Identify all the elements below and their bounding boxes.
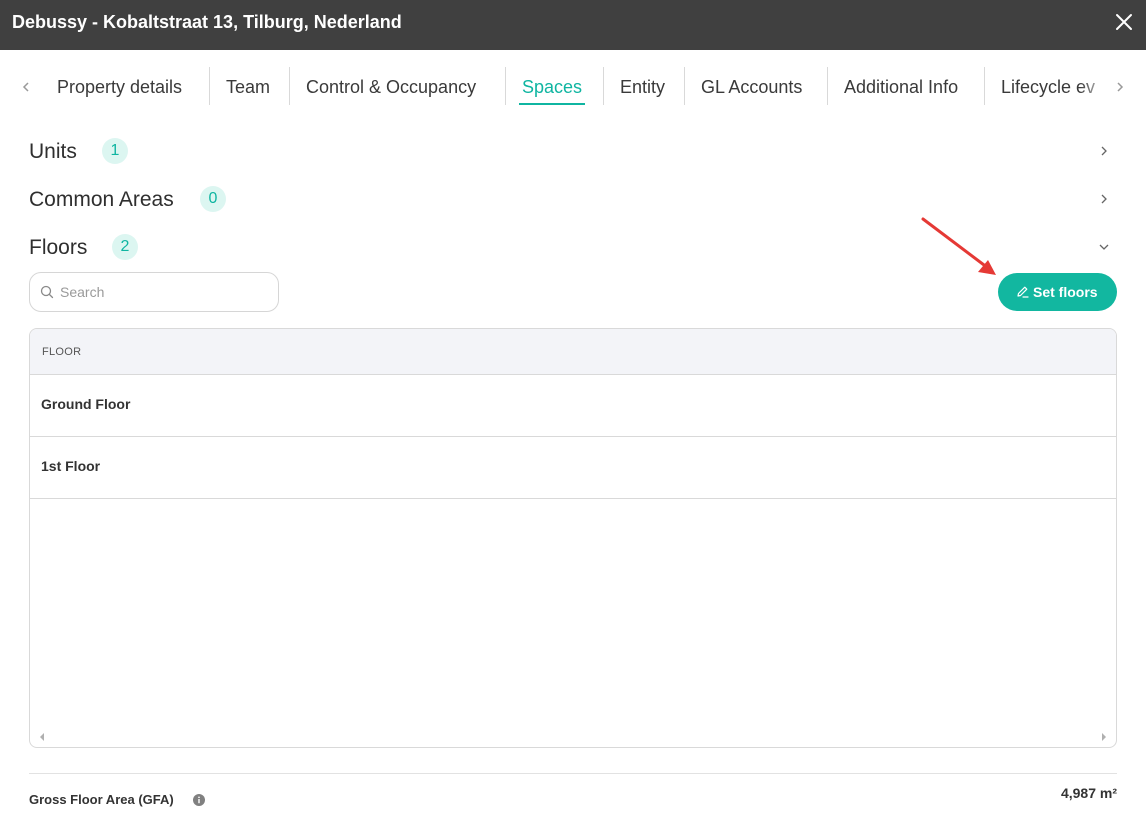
tab-control-occupancy[interactable]: Control & Occupancy — [306, 76, 476, 98]
column-header-floor[interactable]: FLOOR — [42, 346, 81, 358]
tab-gl-accounts[interactable]: GL Accounts — [701, 76, 802, 98]
section-common-areas[interactable]: Common Areas 0 — [29, 184, 1117, 216]
tab-team[interactable]: Team — [226, 76, 270, 98]
tab-additional-info[interactable]: Additional Info — [844, 76, 958, 98]
section-floors-label: Floors — [29, 236, 88, 259]
floors-table: FLOOR Ground Floor 1st Floor — [29, 328, 1117, 748]
section-units-label: Units — [29, 140, 77, 163]
tab-divider — [684, 67, 685, 105]
scroll-right-icon[interactable] — [1100, 732, 1108, 742]
title-bar: Debussy - Kobaltstraat 13, Tilburg, Nede… — [0, 0, 1146, 50]
close-icon[interactable] — [1112, 10, 1136, 34]
active-tab-indicator — [519, 103, 585, 105]
units-count-badge: 1 — [102, 138, 128, 164]
tab-entity[interactable]: Entity — [620, 76, 665, 98]
floor-search-box[interactable] — [29, 272, 279, 312]
table-row[interactable]: Ground Floor — [30, 375, 1116, 437]
tab-divider — [209, 67, 210, 105]
tab-overflow-fade — [1080, 70, 1110, 104]
scroll-left-icon[interactable] — [38, 732, 46, 742]
window-title: Debussy - Kobaltstraat 13, Tilburg, Nede… — [12, 12, 402, 32]
section-units[interactable]: Units 1 — [29, 136, 1117, 168]
divider — [29, 773, 1117, 774]
info-icon[interactable] — [193, 794, 205, 806]
tab-divider — [827, 67, 828, 105]
horizontal-scrollbar[interactable] — [30, 727, 1116, 747]
chevron-left-icon[interactable] — [18, 77, 34, 97]
tab-divider — [505, 67, 506, 105]
section-common-areas-label: Common Areas — [29, 188, 174, 211]
floor-name-cell: 1st Floor — [41, 458, 101, 474]
chevron-right-icon[interactable] — [1097, 144, 1111, 158]
search-icon — [40, 285, 54, 299]
tab-divider — [984, 67, 985, 105]
chevron-right-icon[interactable] — [1097, 192, 1111, 206]
gfa-value: 4,987 m² — [1060, 785, 1117, 801]
tab-spaces[interactable]: Spaces — [522, 76, 582, 98]
tab-property-details[interactable]: Property details — [57, 76, 182, 98]
search-input[interactable] — [60, 282, 260, 302]
gfa-label: Gross Floor Area (GFA) — [29, 792, 174, 807]
table-header: FLOOR — [30, 329, 1116, 375]
chevron-down-icon[interactable] — [1097, 240, 1111, 254]
annotation-arrow-icon — [921, 217, 996, 275]
floor-name-cell: Ground Floor — [41, 396, 131, 412]
chevron-right-icon[interactable] — [1112, 77, 1128, 97]
floors-count-badge: 2 — [112, 234, 138, 260]
set-floors-label: Set floors — [1033, 284, 1098, 300]
tab-divider — [289, 67, 290, 105]
tab-divider — [603, 67, 604, 105]
common-areas-count-badge: 0 — [200, 186, 226, 212]
tab-bar: Property details Team Control & Occupanc… — [0, 50, 1146, 124]
table-row[interactable]: 1st Floor — [30, 437, 1116, 499]
pencil-icon — [1017, 286, 1029, 298]
set-floors-button[interactable]: Set floors — [998, 273, 1117, 311]
